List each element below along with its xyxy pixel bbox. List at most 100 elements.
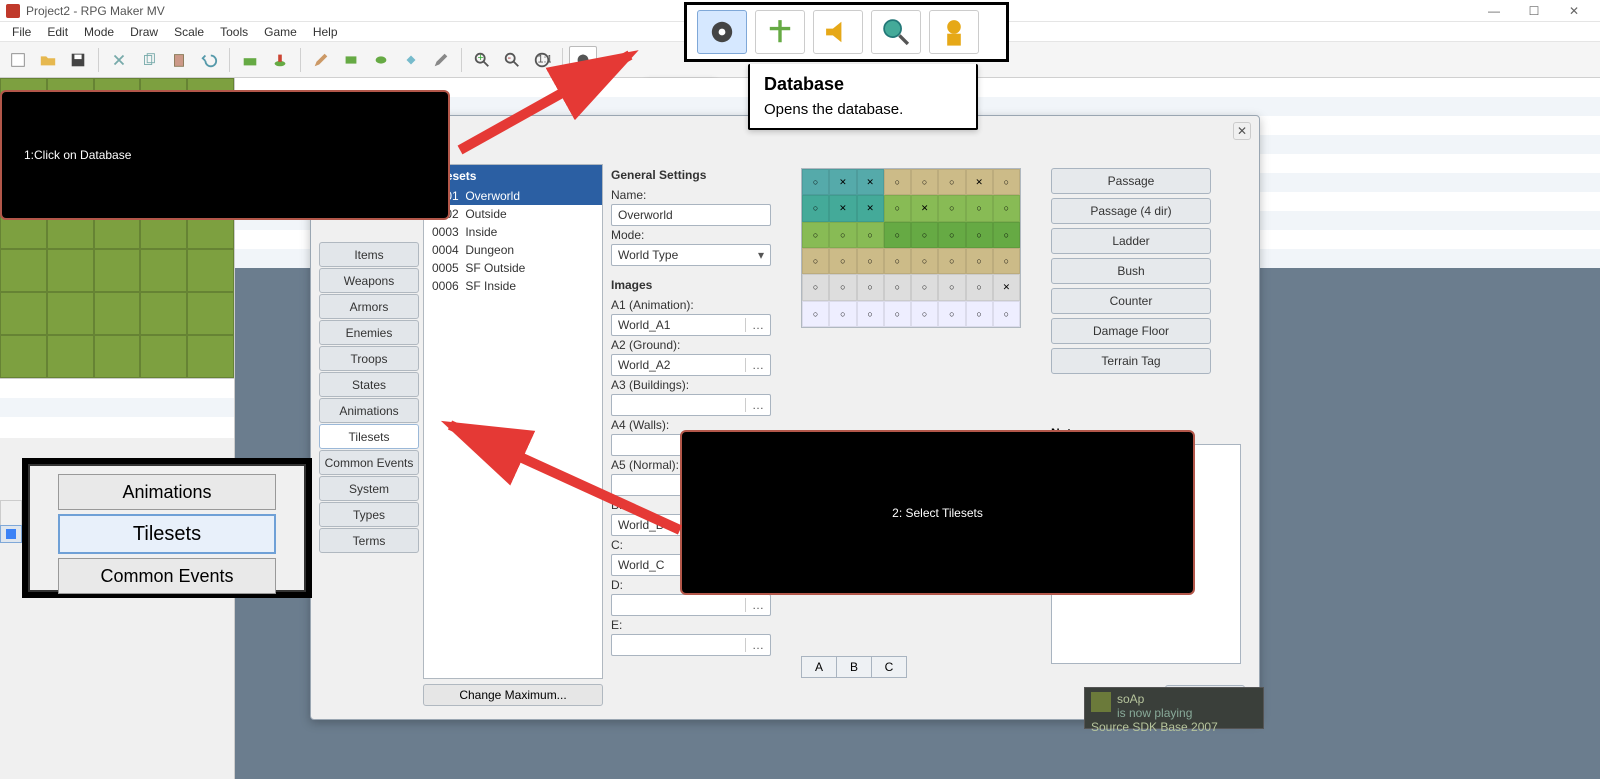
undo-icon[interactable] (195, 46, 223, 74)
a1-input[interactable]: World_A1… (611, 314, 771, 336)
maximize-button[interactable]: ☐ (1514, 4, 1554, 18)
zoom-toolbar-inset (684, 2, 1009, 62)
puzzle-icon (755, 10, 805, 54)
annotation-step2: 2: Select Tilesets (680, 430, 1195, 595)
ellipse-icon[interactable] (367, 46, 395, 74)
damage-floor-button[interactable]: Damage Floor (1051, 318, 1211, 344)
rectangle-icon[interactable] (337, 46, 365, 74)
a3-label: A3 (Buildings): (611, 376, 791, 394)
passage-4dir-button[interactable]: Passage (4 dir) (1051, 198, 1211, 224)
menu-mode[interactable]: Mode (78, 25, 120, 39)
sidebar-tab-b[interactable] (0, 525, 22, 543)
general-settings-heading: General Settings (611, 164, 791, 186)
menu-draw[interactable]: Draw (124, 25, 164, 39)
change-maximum-button[interactable]: Change Maximum... (423, 684, 603, 706)
minimize-button[interactable]: — (1474, 4, 1514, 18)
tab-armors[interactable]: Armors (319, 294, 419, 319)
menu-scale[interactable]: Scale (168, 25, 210, 39)
images-heading: Images (611, 274, 791, 296)
menu-file[interactable]: File (6, 25, 37, 39)
zoom-tab-common-events: Common Events (58, 558, 276, 594)
passage-button[interactable]: Passage (1051, 168, 1211, 194)
event-mode-icon[interactable] (266, 46, 294, 74)
notification-icon (1091, 692, 1111, 712)
tab-weapons[interactable]: Weapons (319, 268, 419, 293)
mode-label: Mode: (611, 226, 791, 244)
pencil-icon[interactable] (307, 46, 335, 74)
arrow-step2 (430, 410, 690, 550)
app-icon (6, 4, 20, 18)
ellipsis-icon[interactable]: … (745, 598, 764, 612)
cut-icon[interactable] (105, 46, 133, 74)
tab-items[interactable]: Items (319, 242, 419, 267)
counter-button[interactable]: Counter (1051, 288, 1211, 314)
annotation-step1: 1:Click on Database (0, 90, 450, 220)
tab-states[interactable]: States (319, 372, 419, 397)
tooltip-title-large: Database (764, 74, 962, 95)
a1-label: A1 (Animation): (611, 296, 791, 314)
mode-select[interactable]: World Type▾ (611, 244, 771, 266)
tab-enemies[interactable]: Enemies (319, 320, 419, 345)
gear-icon (697, 10, 747, 54)
tooltip-body-large: Opens the database. (764, 101, 962, 118)
menu-tools[interactable]: Tools (214, 25, 254, 39)
map-mode-icon[interactable] (236, 46, 264, 74)
tab-b[interactable]: B (836, 656, 872, 678)
arrow-step1 (450, 40, 650, 160)
tab-system[interactable]: System (319, 476, 419, 501)
list-item[interactable]: 0006 SF Inside (424, 277, 602, 295)
zoom-tabs-inset: Animations Tilesets Common Events (22, 458, 312, 598)
d-input[interactable]: … (611, 594, 771, 616)
new-project-icon[interactable] (4, 46, 32, 74)
chevron-down-icon: ▾ (758, 248, 764, 262)
database-category-tabs: Actors Classes Skills Items Weapons Armo… (319, 164, 419, 554)
tileset-preview[interactable]: ○✕✕○○○✕○ ○✕✕○✕○○○ ○○○○○○○○ ○○○○○○○○ ○○○○… (801, 168, 1021, 328)
tab-types[interactable]: Types (319, 502, 419, 527)
list-item[interactable]: 0004 Dungeon (424, 241, 602, 259)
abc-tabs: A B C (801, 656, 906, 678)
dialog-close-icon[interactable]: ✕ (1233, 122, 1251, 140)
sound-icon (813, 10, 863, 54)
list-item[interactable]: 0003 Inside (424, 223, 602, 241)
fill-icon[interactable] (397, 46, 425, 74)
menu-edit[interactable]: Edit (41, 25, 74, 39)
ellipsis-icon[interactable]: … (745, 358, 764, 372)
save-icon[interactable] (64, 46, 92, 74)
tab-c[interactable]: C (871, 656, 907, 678)
paste-icon[interactable] (165, 46, 193, 74)
notification-line3: Source SDK Base 2007 (1091, 720, 1257, 734)
menu-game[interactable]: Game (258, 25, 303, 39)
tooltip-database-large: Database Opens the database. (748, 64, 978, 130)
passage-buttons: Passage Passage (4 dir) Ladder Bush Coun… (1051, 168, 1211, 378)
tab-tilesets[interactable]: Tilesets (319, 424, 419, 449)
ellipsis-icon[interactable]: … (745, 318, 764, 332)
menu-help[interactable]: Help (307, 25, 344, 39)
notification-line2: is now playing (1091, 706, 1257, 720)
copy-icon[interactable] (135, 46, 163, 74)
e-label: E: (611, 616, 791, 634)
close-button[interactable]: ✕ (1554, 4, 1594, 18)
e-input[interactable]: … (611, 634, 771, 656)
character-icon (929, 10, 979, 54)
tab-troops[interactable]: Troops (319, 346, 419, 371)
tab-terms[interactable]: Terms (319, 528, 419, 553)
open-project-icon[interactable] (34, 46, 62, 74)
name-label: Name: (611, 186, 791, 204)
name-input[interactable]: Overworld (611, 204, 771, 226)
ellipsis-icon[interactable]: … (745, 398, 764, 412)
list-header: Tilesets (424, 165, 602, 187)
a2-input[interactable]: World_A2… (611, 354, 771, 376)
tab-a[interactable]: A (801, 656, 837, 678)
zoom-tab-tilesets: Tilesets (58, 514, 276, 554)
terrain-tag-button[interactable]: Terrain Tag (1051, 348, 1211, 374)
list-item[interactable]: 0001 Overworld (424, 187, 602, 205)
bush-button[interactable]: Bush (1051, 258, 1211, 284)
search-icon (871, 10, 921, 54)
tab-common-events[interactable]: Common Events (319, 450, 419, 475)
ellipsis-icon[interactable]: … (745, 638, 764, 652)
list-item[interactable]: 0002 Outside (424, 205, 602, 223)
tab-animations[interactable]: Animations (319, 398, 419, 423)
ladder-button[interactable]: Ladder (1051, 228, 1211, 254)
list-item[interactable]: 0005 SF Outside (424, 259, 602, 277)
a2-label: A2 (Ground): (611, 336, 791, 354)
